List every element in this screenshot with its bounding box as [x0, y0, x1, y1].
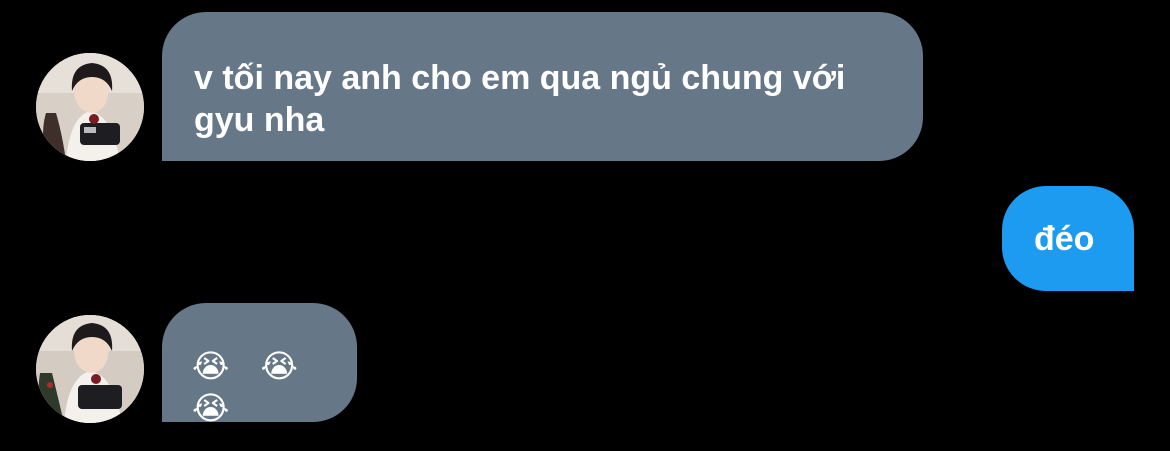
avatar[interactable]: [36, 53, 144, 161]
message-text: đéo: [1034, 220, 1095, 258]
avatar[interactable]: [36, 315, 144, 423]
profile-photo-icon: [36, 53, 144, 161]
incoming-message-bubble[interactable]: v tối nay anh cho em qua ngủ chung với g…: [162, 12, 923, 161]
outgoing-message-bubble[interactable]: đéo: [1002, 186, 1134, 291]
incoming-message-bubble[interactable]: 😭 😭 😭: [162, 303, 357, 427]
message-text: 😭 😭 😭: [192, 347, 308, 427]
profile-photo-icon: [36, 315, 144, 423]
message-text: v tối nay anh cho em qua ngủ chung với g…: [194, 59, 846, 139]
